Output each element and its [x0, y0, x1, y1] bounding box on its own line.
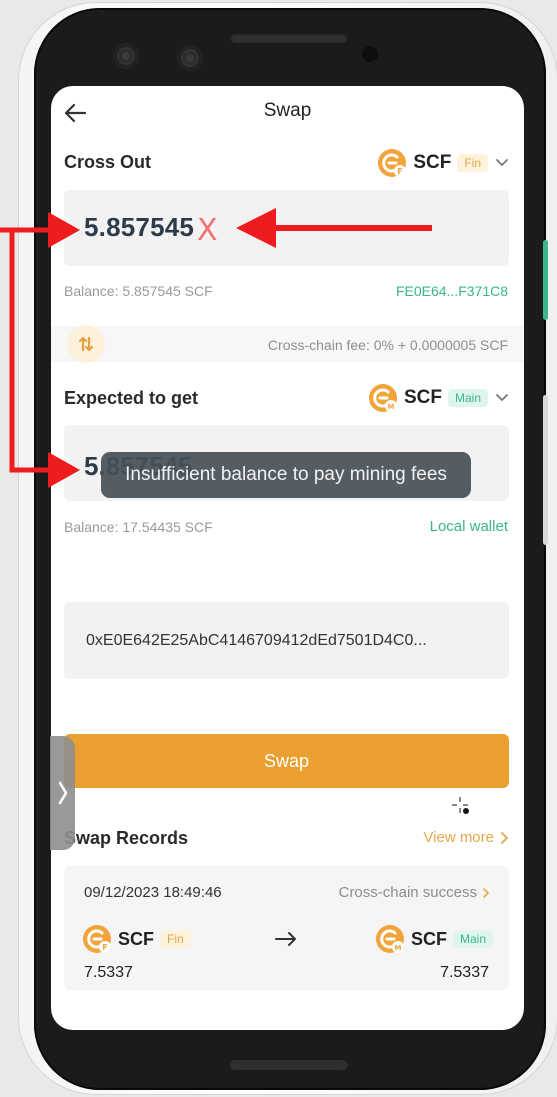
record-from-amount: 7.5337 — [84, 964, 133, 981]
proximity-sensor — [362, 46, 378, 62]
swap-direction-button[interactable] — [67, 325, 105, 363]
svg-text:F: F — [102, 943, 107, 952]
expected-balance: Balance: 17.54435 SCF — [64, 519, 213, 535]
view-more-label: View more — [423, 829, 494, 846]
screenshot-stage: Swap Cross Out F SCF Fin 5.857545 Balanc… — [0, 0, 557, 1097]
scf-fin-token-icon: F — [83, 925, 111, 953]
cross-out-token-selector[interactable]: F SCF Fin — [377, 148, 510, 178]
error-toast: Insufficient balance to pay mining fees — [101, 452, 471, 498]
swap-records-title: Swap Records — [64, 828, 189, 848]
scf-main-token-icon: M — [368, 384, 397, 412]
main-badge: Main — [447, 389, 488, 407]
cross-out-address-short[interactable]: FE0E64...F371C8 — [396, 283, 508, 299]
record-status-text: Cross-chain success — [338, 884, 477, 901]
main-badge: Main — [452, 930, 493, 948]
cross-out-balance: Balance: 5.857545 SCF — [64, 283, 213, 299]
scf-fin-token-icon: F — [378, 149, 407, 177]
earpiece-speaker — [230, 33, 348, 43]
record-from-token-name: SCF — [118, 928, 154, 949]
cross-chain-fee: Cross-chain fee: 0% + 0.0000005 SCF — [267, 337, 508, 353]
chevron-down-icon — [496, 159, 508, 167]
expected-label: Expected to get — [64, 388, 199, 408]
svg-text:F: F — [398, 167, 403, 176]
cursor-icon — [452, 797, 469, 814]
swap-vertical-icon — [78, 336, 94, 352]
chevron-right-icon — [58, 781, 67, 805]
arrow-right-icon — [275, 932, 296, 946]
page-title: Swap — [263, 100, 312, 121]
record-to-token: M SCF Main — [375, 924, 493, 954]
swap-record-card[interactable]: 09/12/2023 18:49:46 Cross-chain success … — [64, 866, 509, 990]
chevron-right-icon — [501, 831, 509, 844]
camera-icon — [113, 43, 139, 69]
svg-text:M: M — [388, 403, 395, 411]
expected-token-name: SCF — [403, 387, 442, 408]
local-wallet-link[interactable]: Local wallet — [430, 518, 508, 535]
swap-button[interactable]: Swap — [64, 734, 509, 788]
chevron-right-icon — [483, 887, 490, 898]
cross-out-token-name: SCF — [413, 152, 452, 173]
power-button — [543, 395, 548, 545]
fin-badge: Fin — [160, 930, 191, 948]
expected-token-selector[interactable]: M SCF Main — [368, 383, 510, 413]
record-from-token: F SCF Fin — [82, 924, 191, 954]
receiving-address-field[interactable]: 0xE0E642E25AbC4146709412dEd7501D4C0... — [64, 602, 509, 679]
cross-out-label: Cross Out — [64, 152, 152, 172]
cross-out-amount-value: 5.857545 — [84, 212, 195, 242]
record-to-amount: 7.5337 — [440, 964, 489, 981]
app-screen: Swap Cross Out F SCF Fin 5.857545 Balanc… — [51, 86, 524, 1030]
camera-icon — [177, 45, 203, 71]
view-more-link[interactable]: View more — [423, 829, 510, 846]
svg-text:M: M — [395, 944, 402, 952]
scf-main-token-icon: M — [375, 925, 404, 953]
side-drawer-tab[interactable] — [50, 736, 75, 850]
cross-out-amount-input[interactable]: 5.857545 — [64, 190, 509, 266]
volume-button — [543, 240, 548, 320]
chevron-down-icon — [496, 394, 508, 402]
record-status: Cross-chain success — [339, 884, 491, 901]
record-to-token-name: SCF — [410, 928, 447, 949]
bottom-speaker — [230, 1060, 348, 1070]
record-time: 09/12/2023 18:49:46 — [84, 884, 222, 901]
fin-badge: Fin — [457, 154, 488, 172]
